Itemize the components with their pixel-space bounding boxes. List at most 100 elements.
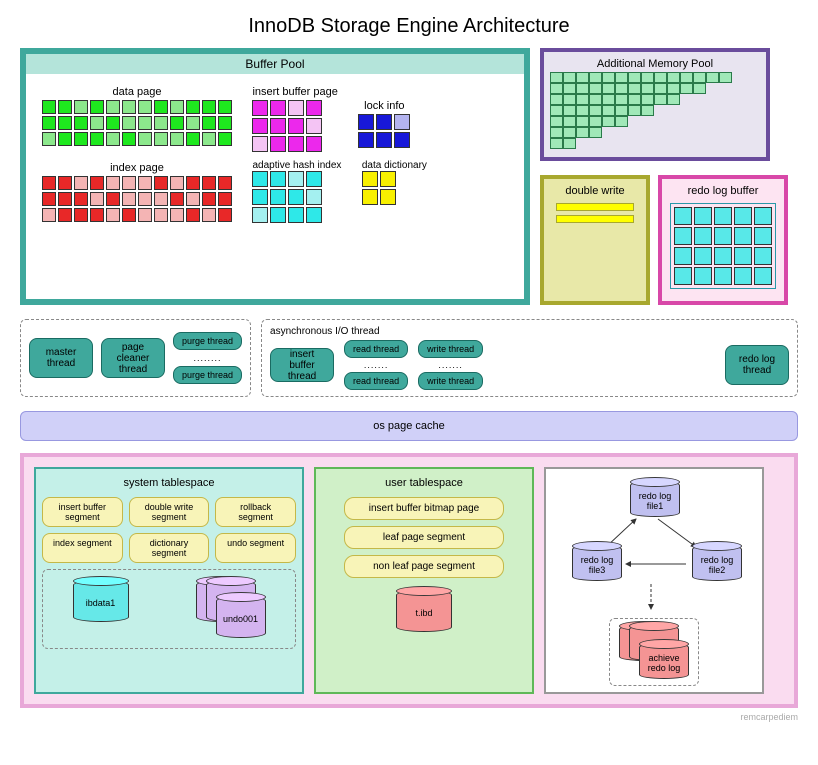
grid-cell	[186, 208, 200, 222]
grid-cell	[706, 72, 719, 83]
redo-log-buffer-title: redo log buffer	[668, 183, 778, 199]
grid-cell	[615, 83, 628, 94]
grid-cell	[641, 105, 654, 116]
dots: .......	[418, 360, 483, 370]
grid-cell	[628, 72, 641, 83]
grid-cell	[186, 176, 200, 190]
grid-cell	[550, 105, 563, 116]
grid-cell	[615, 72, 628, 83]
undo001-cylinders: undo001	[196, 580, 266, 638]
grid-cell	[576, 105, 589, 116]
grid-cell	[186, 192, 200, 206]
segment-pill: insert buffer segment	[42, 497, 123, 527]
grid-cell	[138, 176, 152, 190]
grid-cell	[218, 116, 232, 130]
grid-cell	[734, 207, 752, 225]
archive-redo-cylinders: achieve redo log	[619, 625, 689, 679]
purge-thread: purge thread	[173, 366, 242, 384]
redo-log-buffer-box: redo log buffer	[658, 175, 788, 305]
lock-info-grid	[358, 114, 410, 148]
purge-threads: purge thread ........ purge thread	[173, 332, 242, 384]
grid-cell	[122, 100, 136, 114]
grid-cell	[680, 83, 693, 94]
redo-file2-cylinder: redo log file2	[692, 545, 742, 581]
grid-cell	[288, 207, 304, 223]
grid-cell	[714, 207, 732, 225]
grid-cell	[106, 100, 120, 114]
grid-cell	[576, 116, 589, 127]
grid-cell	[122, 192, 136, 206]
dots: .......	[344, 360, 408, 370]
segment-pill: double write segment	[129, 497, 210, 527]
grid-cell	[628, 83, 641, 94]
grid-cell	[252, 136, 268, 152]
grid-cell	[576, 127, 589, 138]
grid-cell	[563, 105, 576, 116]
grid-cell	[154, 176, 168, 190]
grid-cell	[306, 189, 322, 205]
index-page-section: index page	[42, 160, 232, 222]
grid-cell	[602, 105, 615, 116]
grid-cell	[589, 83, 602, 94]
write-thread: write thread	[418, 372, 483, 390]
adaptive-hash-label: adaptive hash index	[252, 160, 341, 171]
grid-cell	[138, 208, 152, 222]
grid-cell	[615, 116, 628, 127]
redo-log-files-box: redo log file1 redo log file2 redo log f…	[544, 467, 764, 694]
grid-cell	[754, 227, 772, 245]
grid-cell	[138, 192, 152, 206]
grid-cell	[380, 171, 396, 187]
grid-cell	[90, 176, 104, 190]
grid-cell	[42, 100, 56, 114]
grid-cell	[58, 208, 72, 222]
additional-memory-pool-box: Additional Memory Pool	[540, 48, 770, 161]
grid-cell	[170, 176, 184, 190]
grid-cell	[362, 189, 378, 205]
page-pill: non leaf page segment	[344, 555, 504, 578]
async-io-box: asynchronous I/O thread insert buffer th…	[261, 319, 798, 397]
grid-cell	[252, 189, 268, 205]
grid-cell	[693, 72, 706, 83]
grid-cell	[58, 176, 72, 190]
grid-cell	[674, 227, 692, 245]
data-dict-grid	[362, 171, 427, 205]
amp-title: Additional Memory Pool	[550, 56, 760, 72]
grid-cell	[270, 189, 286, 205]
grid-cell	[654, 94, 667, 105]
watermark: remcarpediem	[20, 712, 798, 722]
grid-cell	[218, 192, 232, 206]
grid-cell	[394, 132, 410, 148]
page-pill: leaf page segment	[344, 526, 504, 549]
threads-row: master thread page cleaner thread purge …	[20, 319, 798, 397]
read-threads: read thread ....... read thread	[344, 340, 408, 390]
archive-redo-box: achieve redo log	[609, 618, 699, 686]
data-dict-label: data dictionary	[362, 160, 427, 171]
grid-cell	[90, 132, 104, 146]
grid-cell	[602, 94, 615, 105]
grid-cell	[186, 100, 200, 114]
grid-cell	[202, 116, 216, 130]
grid-cell	[394, 114, 410, 130]
grid-cell	[90, 208, 104, 222]
grid-cell	[615, 105, 628, 116]
user-tablespace-title: user tablespace	[322, 475, 526, 491]
grid-cell	[90, 100, 104, 114]
grid-cell	[694, 267, 712, 285]
grid-cell	[218, 208, 232, 222]
grid-cell	[550, 94, 563, 105]
redo-log-thread: redo log thread	[725, 345, 789, 385]
grid-cell	[74, 176, 88, 190]
grid-cell	[576, 83, 589, 94]
insert-buffer-page-grid	[252, 100, 337, 152]
grid-cell	[306, 207, 322, 223]
grid-cell	[186, 132, 200, 146]
dots: ........	[173, 353, 242, 363]
grid-cell	[563, 116, 576, 127]
grid-cell	[641, 94, 654, 105]
grid-cell	[589, 72, 602, 83]
grid-cell	[576, 94, 589, 105]
grid-cell	[550, 116, 563, 127]
grid-cell	[734, 227, 752, 245]
bottom-storage-box: system tablespace insert buffer segmentd…	[20, 453, 798, 708]
grid-cell	[170, 208, 184, 222]
